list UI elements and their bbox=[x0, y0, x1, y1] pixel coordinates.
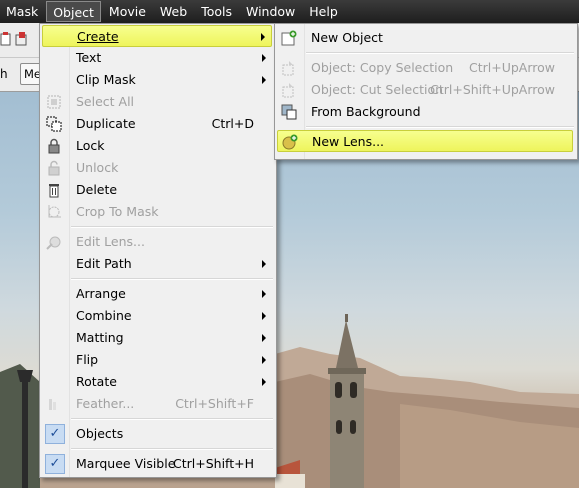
lock-icon bbox=[48, 138, 60, 154]
menu-item-label: Unlock bbox=[76, 160, 119, 175]
copy-selection-icon bbox=[282, 61, 294, 76]
menu-item-shortcut: Ctrl+UpArrow bbox=[468, 60, 555, 75]
menu-item-edit-lens[interactable]: Edit Lens... bbox=[42, 231, 272, 253]
menu-item-label: Arrange bbox=[76, 286, 126, 301]
checkmark-icon: ✓ bbox=[45, 454, 65, 474]
menu-item-label: New Object bbox=[311, 30, 383, 45]
menu-help[interactable]: Help bbox=[303, 1, 344, 22]
menu-item-label: Create bbox=[77, 29, 119, 44]
menubar: Mask Object Movie Web Tools Window Help bbox=[0, 0, 579, 23]
cut-selection-icon bbox=[282, 83, 294, 98]
menu-window[interactable]: Window bbox=[240, 1, 301, 22]
menu-item-feather[interactable]: Feather... Ctrl+Shift+F bbox=[42, 393, 272, 415]
menu-item-edit-path[interactable]: Edit Path bbox=[42, 253, 272, 275]
menu-item-duplicate[interactable]: Duplicate Ctrl+D bbox=[42, 113, 272, 135]
export-icon[interactable] bbox=[14, 31, 30, 47]
menu-item-unlock[interactable]: Unlock bbox=[42, 157, 272, 179]
menu-object[interactable]: Object bbox=[46, 1, 101, 22]
menu-item-new-object[interactable]: New Object bbox=[277, 27, 573, 49]
menu-item-new-lens[interactable]: New Lens... bbox=[277, 130, 573, 152]
menu-item-label: Clip Mask bbox=[76, 72, 136, 87]
menu-item-label: Flip bbox=[76, 352, 99, 367]
menu-item-select-all[interactable]: Select All bbox=[42, 91, 272, 113]
menu-item-label: From Background bbox=[311, 104, 421, 119]
menu-item-flip[interactable]: Flip bbox=[42, 349, 272, 371]
submenu-arrow-icon bbox=[262, 334, 266, 342]
menu-item-label: Text bbox=[76, 50, 102, 65]
menu-item-label: Lock bbox=[76, 138, 105, 153]
object-menu: Create Text Clip Mask Select All Duplica… bbox=[39, 23, 277, 478]
menu-item-shortcut: Ctrl+Shift+F bbox=[175, 396, 254, 411]
create-submenu: New Object Object: Copy Selection Ctrl+U… bbox=[274, 23, 578, 160]
menu-item-arrange[interactable]: Arrange bbox=[42, 283, 272, 305]
edit-lens-icon bbox=[46, 236, 61, 250]
crop-to-mask-icon bbox=[48, 205, 61, 218]
menu-item-crop-to-mask[interactable]: Crop To Mask bbox=[42, 201, 272, 223]
menu-separator bbox=[306, 52, 574, 54]
menu-item-label: Combine bbox=[76, 308, 132, 323]
submenu-arrow-icon bbox=[262, 290, 266, 298]
menu-item-marquee-visible[interactable]: ✓ Marquee Visible Ctrl+Shift+H bbox=[42, 453, 272, 475]
menu-item-shortcut: Ctrl+D bbox=[211, 116, 254, 131]
menu-item-from-background[interactable]: From Background bbox=[277, 101, 573, 123]
menu-item-create[interactable]: Create bbox=[42, 25, 272, 47]
menu-item-clip-mask[interactable]: Clip Mask bbox=[42, 69, 272, 91]
menu-item-rotate[interactable]: Rotate bbox=[42, 371, 272, 393]
submenu-arrow-icon bbox=[261, 33, 265, 41]
menu-item-cut-selection[interactable]: Object: Cut Selection Ctrl+Shift+UpArrow bbox=[277, 79, 573, 101]
menu-item-label: Edit Lens... bbox=[76, 234, 145, 249]
from-background-icon bbox=[281, 104, 297, 120]
feather-icon bbox=[49, 399, 56, 410]
menu-separator bbox=[71, 226, 273, 228]
submenu-arrow-icon bbox=[262, 378, 266, 386]
menu-item-label: New Lens... bbox=[312, 134, 385, 149]
menu-item-label: Object: Cut Selection bbox=[311, 82, 444, 97]
submenu-arrow-icon bbox=[262, 54, 266, 62]
menu-item-label: Edit Path bbox=[76, 256, 132, 271]
submenu-arrow-icon bbox=[262, 76, 266, 84]
menu-mask[interactable]: Mask bbox=[0, 1, 44, 22]
menu-item-label: Object: Copy Selection bbox=[311, 60, 454, 75]
menu-item-label: Duplicate bbox=[76, 116, 136, 131]
menu-item-label: Matting bbox=[76, 330, 124, 345]
trash-icon bbox=[49, 184, 59, 198]
duplicate-icon bbox=[46, 116, 62, 132]
new-object-icon bbox=[281, 30, 297, 46]
menu-tools[interactable]: Tools bbox=[195, 1, 238, 22]
menu-item-matting[interactable]: Matting bbox=[42, 327, 272, 349]
menu-web[interactable]: Web bbox=[154, 1, 193, 22]
menu-separator bbox=[306, 126, 574, 128]
select-all-icon bbox=[47, 95, 61, 109]
menu-item-lock[interactable]: Lock bbox=[42, 135, 272, 157]
menu-item-shortcut: Ctrl+Shift+UpArrow bbox=[430, 82, 555, 97]
menu-item-label: Delete bbox=[76, 182, 118, 197]
menu-item-label: Marquee Visible bbox=[76, 456, 176, 471]
menu-item-copy-selection[interactable]: Object: Copy Selection Ctrl+UpArrow bbox=[277, 57, 573, 79]
menu-separator bbox=[71, 448, 273, 450]
submenu-arrow-icon bbox=[262, 356, 266, 364]
checkmark-icon: ✓ bbox=[45, 424, 65, 444]
menu-item-shortcut: Ctrl+Shift+H bbox=[173, 456, 254, 471]
menu-item-label: Select All bbox=[76, 94, 135, 109]
menu-item-label: Feather... bbox=[76, 396, 135, 411]
menu-separator bbox=[71, 418, 273, 420]
menu-item-label: Crop To Mask bbox=[76, 204, 159, 219]
menu-item-objects[interactable]: ✓ Objects bbox=[42, 423, 272, 445]
menu-item-combine[interactable]: Combine bbox=[42, 305, 272, 327]
menu-item-label: Objects bbox=[76, 426, 124, 441]
menu-separator bbox=[71, 278, 273, 280]
new-lens-icon bbox=[282, 134, 298, 150]
unlock-icon bbox=[48, 160, 60, 176]
menu-item-text[interactable]: Text bbox=[42, 47, 272, 69]
menu-movie[interactable]: Movie bbox=[103, 1, 152, 22]
submenu-arrow-icon bbox=[262, 260, 266, 268]
menu-item-delete[interactable]: Delete bbox=[42, 179, 272, 201]
menu-item-label: Rotate bbox=[76, 374, 117, 389]
submenu-arrow-icon bbox=[262, 312, 266, 320]
toolbar-edge-label: h bbox=[0, 67, 8, 81]
